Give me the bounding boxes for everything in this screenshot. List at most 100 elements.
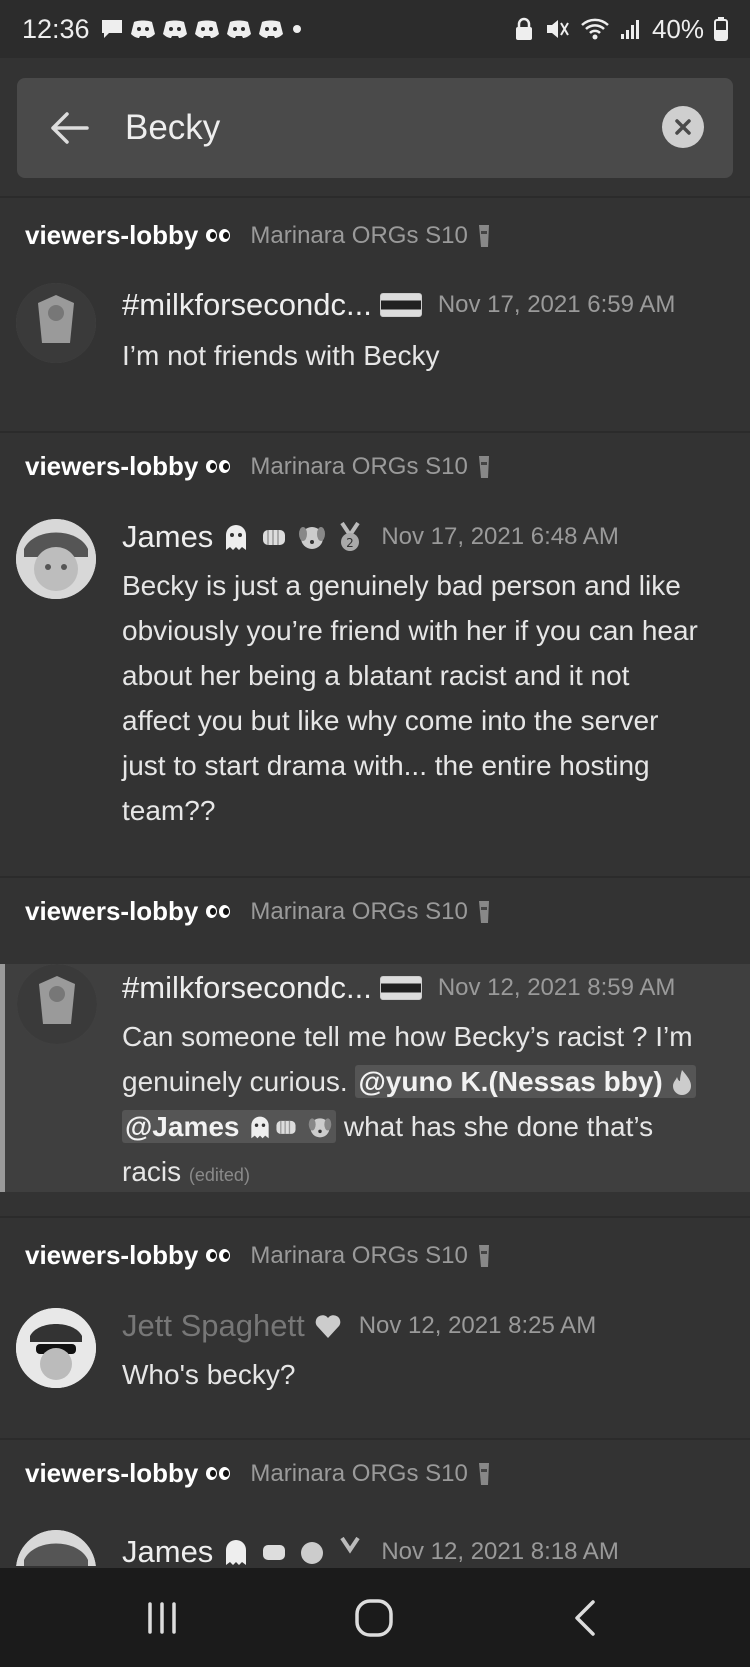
flag-icon xyxy=(379,293,422,317)
message[interactable]: Jett Spaghett Nov 12, 2021 8:25 AM Who's… xyxy=(0,1294,750,1414)
fire-emoji-icon xyxy=(672,1070,691,1095)
discord-icon xyxy=(162,20,187,38)
message-line: team?? xyxy=(122,795,216,826)
clear-search-button[interactable] xyxy=(662,106,704,148)
heart-emoji-icon xyxy=(315,1315,340,1338)
timestamp: Nov 12, 2021 8:18 AM xyxy=(381,1538,619,1565)
message-line: Becky is just a genuinely bad person and… xyxy=(122,570,681,601)
search-input[interactable] xyxy=(125,96,645,160)
message-line: genuinely curious. @yuno K.(Nessas bby) xyxy=(122,1059,722,1104)
flag-icon xyxy=(379,976,422,1000)
search-result[interactable]: viewers-lobby Marinara ORGs S10 #milkfor… xyxy=(0,198,750,433)
mention-text: @yuno K.(Nessas bby) xyxy=(358,1066,663,1097)
ghost-emoji-icon xyxy=(226,525,247,550)
moai-emoji-icon xyxy=(478,900,489,923)
message-highlighted[interactable]: #milkforsecondc... Nov 12, 2021 8:59 AM … xyxy=(0,964,750,1192)
message-line: just to start drama with... the entire h… xyxy=(122,750,650,781)
moai-emoji-icon xyxy=(478,224,489,247)
guild-name: Marinara ORGs S10 xyxy=(250,1459,468,1487)
timestamp: Nov 12, 2021 8:59 AM xyxy=(437,974,676,1001)
avatar[interactable] xyxy=(16,519,96,599)
message-text: Can someone tell me how Becky’s racist ?… xyxy=(122,1014,722,1198)
message-line: Can someone tell me how Becky’s racist ?… xyxy=(122,1021,693,1052)
search-result[interactable]: viewers-lobby Marinara ORGs S10 James No… xyxy=(0,1440,750,1566)
chat-notification-icon xyxy=(101,20,122,38)
channel-name: viewers-lobby xyxy=(25,220,199,250)
eyes-emoji-icon xyxy=(206,460,231,473)
dog-emoji-icon xyxy=(299,527,326,549)
ghost-emoji-icon xyxy=(251,1116,269,1139)
svg-text:2: 2 xyxy=(346,536,354,550)
guild-name: Marinara ORGs S10 xyxy=(250,452,468,480)
avatar[interactable] xyxy=(16,1530,96,1566)
second-place-medal-icon xyxy=(340,1537,360,1554)
status-time: 12:36 xyxy=(22,13,90,44)
recent-apps-icon[interactable] xyxy=(140,1598,184,1638)
system-nav-bar xyxy=(0,1568,750,1667)
author-name[interactable]: James xyxy=(122,1534,213,1566)
channel-name: viewers-lobby xyxy=(25,1458,199,1488)
message[interactable]: James Nov 12, 2021 8:18 AM xyxy=(0,1530,750,1566)
mention-text: @James xyxy=(125,1111,240,1142)
second-place-medal-icon: 2 xyxy=(340,522,360,551)
more-dot-icon xyxy=(292,25,301,33)
avatar[interactable] xyxy=(17,964,97,1044)
channel-row: viewers-lobby Marinara ORGs S10 xyxy=(25,220,492,251)
search-results: viewers-lobby Marinara ORGs S10 #milkfor… xyxy=(0,198,750,1566)
channel-row: viewers-lobby Marinara ORGs S10 xyxy=(25,1240,492,1271)
discord-icon xyxy=(258,20,283,38)
search-result[interactable]: viewers-lobby Marinara ORGs S10 #milkfor… xyxy=(0,878,750,1213)
message-line: about her being a blatant racist and it … xyxy=(122,660,630,691)
battery-icon xyxy=(714,17,728,41)
message-line: obviously you’re friend with her if you … xyxy=(122,615,698,646)
channel-name: viewers-lobby xyxy=(25,896,199,926)
channel-row: viewers-lobby Marinara ORGs S10 xyxy=(25,451,492,482)
channel-name: viewers-lobby xyxy=(25,451,199,481)
fist-emoji-icon xyxy=(263,1545,286,1560)
channel-row: viewers-lobby Marinara ORGs S10 xyxy=(25,896,492,927)
home-icon[interactable] xyxy=(352,1598,396,1638)
avatar[interactable] xyxy=(16,283,96,363)
discord-icon xyxy=(194,20,219,38)
eyes-emoji-icon xyxy=(206,1249,231,1262)
dog-emoji-icon xyxy=(301,1542,324,1564)
message-text: I’m not friends with Becky xyxy=(122,340,440,371)
timestamp: Nov 17, 2021 6:48 AM xyxy=(381,523,619,550)
wifi-icon xyxy=(581,18,609,40)
guild-name: Marinara ORGs S10 xyxy=(250,221,468,249)
back-icon[interactable] xyxy=(565,1598,609,1638)
back-arrow-icon[interactable] xyxy=(47,106,91,150)
battery-percent: 40% xyxy=(651,13,704,44)
notification-icons xyxy=(100,18,304,40)
avatar[interactable] xyxy=(16,1308,96,1388)
search-result[interactable]: viewers-lobby Marinara ORGs S10 Jett Spa… xyxy=(0,1218,750,1440)
signal-icon xyxy=(620,20,639,39)
author-name[interactable]: #milkforsecondc... xyxy=(122,287,372,323)
channel-row: viewers-lobby Marinara ORGs S10 xyxy=(25,1458,492,1489)
eyes-emoji-icon xyxy=(206,229,231,242)
discord-icon xyxy=(130,20,155,38)
lock-icon xyxy=(515,17,532,40)
message-line: affect you but like why come into the se… xyxy=(122,705,659,736)
moai-emoji-icon xyxy=(478,455,489,478)
message-text: Who's becky? xyxy=(122,1359,296,1390)
user-mention[interactable]: @James xyxy=(122,1110,337,1143)
discord-icon xyxy=(226,20,251,38)
user-mention[interactable]: @yuno K.(Nessas bby) xyxy=(355,1065,696,1098)
author-name[interactable]: #milkforsecondc... xyxy=(122,970,372,1006)
guild-name: Marinara ORGs S10 xyxy=(250,897,468,925)
status-bar: 12:36 40% xyxy=(0,0,750,58)
message-fragment: what has she done that’s xyxy=(336,1111,654,1142)
message-fragment: racis xyxy=(122,1156,182,1187)
channel-name: viewers-lobby xyxy=(25,1240,199,1270)
search-bar xyxy=(17,78,733,178)
mute-icon xyxy=(546,20,569,38)
close-icon xyxy=(675,119,691,135)
fist-emoji-icon xyxy=(276,1120,296,1134)
message-line: racis (edited) xyxy=(122,1149,722,1198)
timestamp: Nov 17, 2021 6:59 AM xyxy=(437,291,676,318)
author-name[interactable]: James xyxy=(122,519,213,555)
message[interactable]: #milkforsecondc... Nov 17, 2021 6:59 AM … xyxy=(0,273,750,403)
eyes-emoji-icon xyxy=(206,1467,231,1480)
author-name[interactable]: Jett Spaghett xyxy=(122,1308,305,1344)
